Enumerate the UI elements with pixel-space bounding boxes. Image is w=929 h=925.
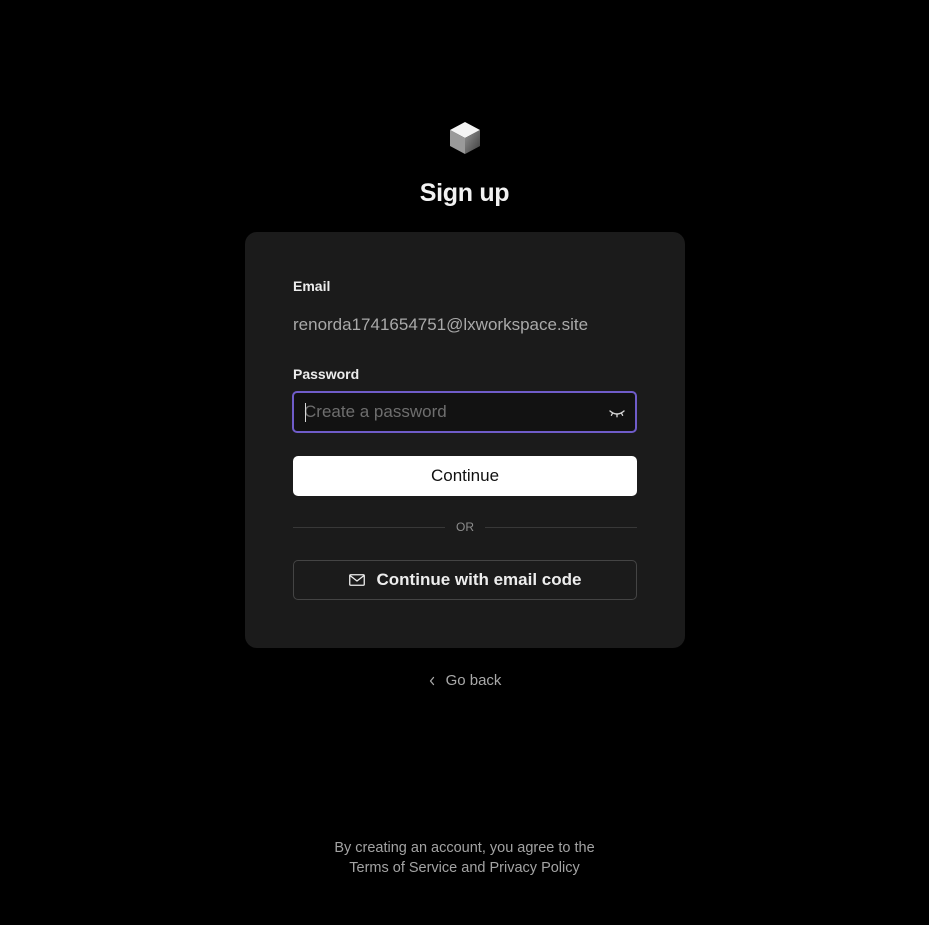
privacy-policy-link[interactable]: Privacy Policy [490, 860, 580, 876]
password-label: Password [293, 366, 360, 382]
email-label: Email [293, 278, 331, 294]
divider-line-right [485, 527, 637, 528]
go-back-link[interactable]: Go back [428, 672, 502, 690]
legal-line-1: By creating an account, you agree to the [334, 840, 595, 856]
go-back-row: Go back [0, 672, 929, 690]
go-back-label: Go back [445, 672, 502, 689]
continue-button[interactable]: Continue [293, 456, 637, 496]
eye-closed-icon[interactable] [608, 405, 626, 419]
email-code-label: Continue with email code [376, 570, 582, 589]
terms-of-service-link[interactable]: Terms of Service [349, 860, 457, 876]
or-divider-text: OR [456, 520, 474, 534]
chevron-left-icon [429, 676, 434, 686]
legal-line-2: Terms of Service and Privacy Policy [0, 858, 929, 878]
divider-line-left [293, 527, 445, 528]
password-input[interactable] [304, 393, 594, 431]
mail-icon [348, 574, 365, 586]
cube-logo-icon [450, 122, 480, 154]
text-caret [305, 403, 306, 422]
legal-and-text: and [461, 860, 486, 876]
page-title: Sign up [419, 179, 510, 207]
password-field[interactable] [292, 391, 637, 433]
signup-card: Email renorda1741654751@lxworkspace.site… [245, 232, 685, 648]
email-code-button[interactable]: Continue with email code [293, 560, 637, 600]
email-value: renorda1741654751@lxworkspace.site [293, 315, 589, 334]
legal-notice: By creating an account, you agree to the… [0, 838, 929, 878]
signup-page: Sign up Email renorda1741654751@lxworksp… [0, 0, 929, 925]
